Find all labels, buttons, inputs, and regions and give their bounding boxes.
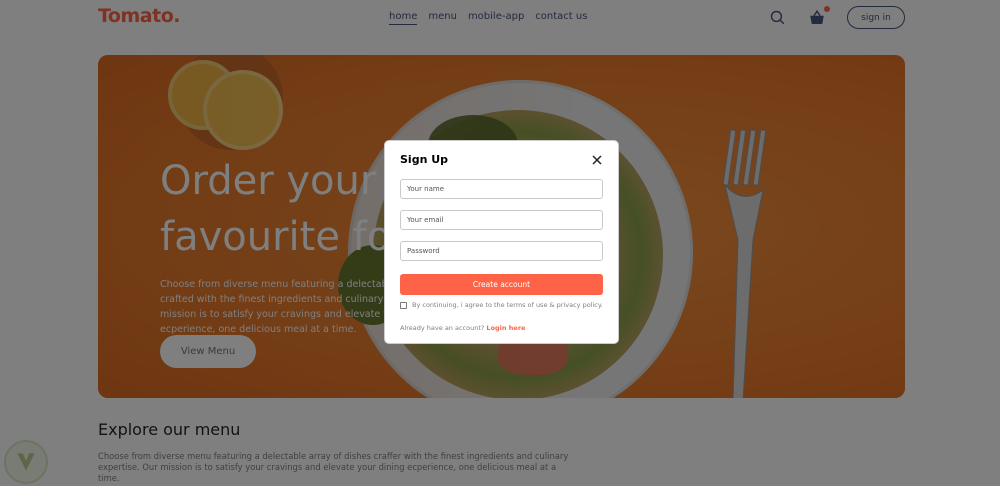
login-prompt: Already have an account? — [400, 324, 485, 332]
modal-header: Sign Up — [400, 153, 603, 166]
name-input[interactable] — [400, 179, 603, 199]
signup-modal: Sign Up Create account By continuing, i … — [384, 140, 619, 344]
close-icon[interactable] — [591, 154, 603, 166]
terms-checkbox[interactable] — [400, 301, 407, 309]
terms-row: By continuing, i agree to the terms of u… — [400, 301, 603, 309]
terms-label: By continuing, i agree to the terms of u… — [412, 301, 603, 309]
create-account-button[interactable]: Create account — [400, 274, 603, 295]
login-row: Already have an account? Login here — [400, 324, 525, 332]
modal-title: Sign Up — [400, 153, 449, 166]
login-link[interactable]: Login here — [486, 324, 525, 332]
email-input[interactable] — [400, 210, 603, 230]
password-input[interactable] — [400, 241, 603, 261]
